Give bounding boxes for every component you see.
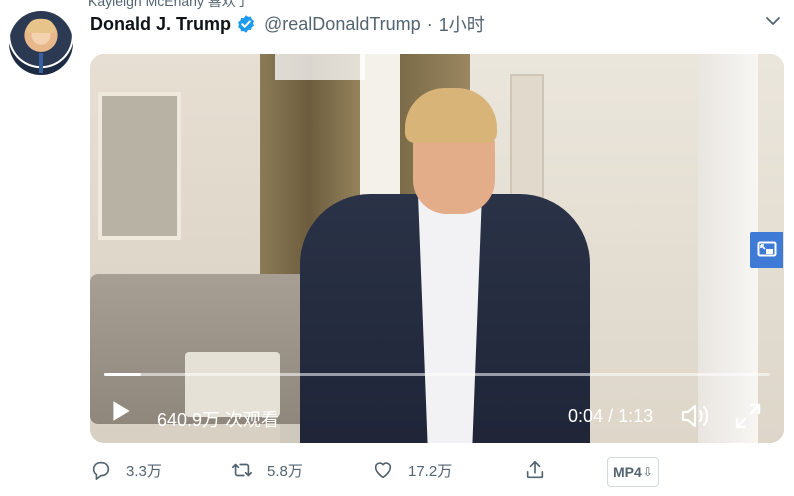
video-controls: 640.9万 次观看 0:04 / 1:13: [90, 384, 784, 434]
video-player[interactable]: 640.9万 次观看 0:04 / 1:13: [90, 54, 784, 443]
like-button[interactable]: 17.2万: [372, 459, 452, 481]
time-separator: /: [608, 406, 614, 426]
share-icon: [526, 460, 544, 479]
tweet-header: Donald J. Trump @realDonaldTrump · 1小时: [90, 11, 485, 37]
view-count: 640.9万 次观看: [157, 410, 280, 430]
mp4-label: MP4: [613, 464, 642, 480]
video-progress-bar[interactable]: [104, 373, 770, 376]
tweet-actions: 3.3万 5.8万 17.2万 MP4 ⇩: [90, 457, 690, 489]
author-name[interactable]: Donald J. Trump: [90, 14, 231, 35]
picture-in-picture-button[interactable]: [750, 232, 783, 268]
current-time: 0:04: [568, 406, 604, 426]
avatar[interactable]: [9, 11, 73, 75]
retweet-icon: [232, 463, 252, 477]
video-timecode: 0:04 / 1:13: [568, 406, 653, 427]
avatar-tie: [39, 53, 43, 73]
scene-painting: [98, 92, 181, 240]
video-progress-fill: [104, 373, 141, 376]
like-count: 17.2万: [408, 462, 453, 480]
share-button[interactable]: [524, 459, 560, 481]
social-context: Kayleigh McEnany 喜欢了: [88, 0, 250, 9]
retweet-count: 5.8万: [267, 462, 303, 480]
tweet-timestamp[interactable]: 1小时: [439, 11, 485, 37]
verified-badge-icon: [238, 15, 254, 33]
heart-icon: [374, 462, 392, 479]
volume-icon[interactable]: [680, 402, 712, 430]
download-arrow-icon: ⇩: [642, 465, 653, 479]
chevron-down-icon[interactable]: [764, 12, 782, 30]
reply-icon: [92, 461, 110, 480]
retweet-button[interactable]: 5.8万: [231, 459, 303, 481]
scene-light: [275, 54, 365, 80]
author-handle[interactable]: @realDonaldTrump: [264, 14, 421, 35]
duration: 1:13: [618, 406, 654, 426]
fullscreen-icon[interactable]: [734, 402, 762, 430]
reply-count: 3.3万: [126, 462, 162, 480]
avatar-hair: [27, 19, 55, 33]
play-icon[interactable]: [108, 398, 134, 424]
picture-in-picture-icon: [757, 241, 776, 257]
reply-button[interactable]: 3.3万: [90, 459, 162, 481]
header-separator: ·: [426, 13, 433, 34]
mp4-download-button[interactable]: MP4 ⇩: [607, 457, 659, 487]
